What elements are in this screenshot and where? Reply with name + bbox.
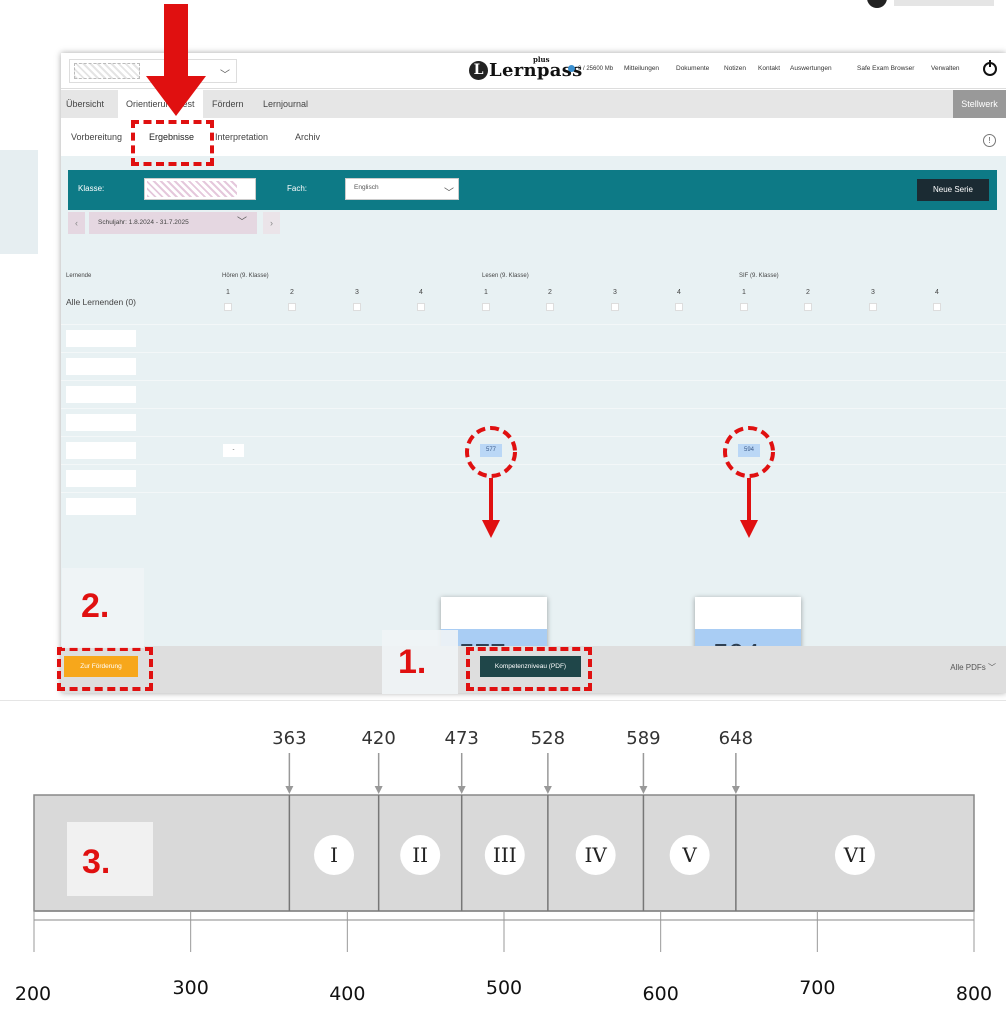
- boundary-label: 363: [272, 728, 306, 749]
- level-label: II: [412, 843, 428, 867]
- scale-axis: 200 300 400 500 600 700 800: [15, 911, 992, 1005]
- boundary-label: 589: [626, 728, 660, 749]
- boundary-label: 528: [531, 728, 565, 749]
- level-label: IV: [584, 843, 607, 867]
- boundary-label: 473: [445, 728, 479, 749]
- arrow-head-sif: [740, 520, 758, 538]
- boundary-arrow-head: [731, 786, 740, 794]
- axis-label: 300: [173, 977, 209, 999]
- step-3-label: 3.: [82, 843, 110, 881]
- axis-label: 600: [643, 983, 679, 1005]
- boundary-arrow-head: [457, 786, 466, 794]
- highlight-box-zur-foerderung: [57, 647, 153, 691]
- boundary-arrow-head: [285, 786, 294, 794]
- boundary-arrow-head: [639, 786, 648, 794]
- axis-label: 200: [15, 983, 51, 1005]
- axis-label: 400: [329, 983, 365, 1005]
- step-2-label: 2.: [81, 587, 110, 625]
- highlight-box-ergebnisse: [131, 120, 214, 166]
- level-label: VI: [843, 843, 866, 867]
- highlight-box-kompetenz-pdf: [466, 647, 592, 691]
- competence-scale: 363 420 473 528 589 648 I II III IV V VI 200 300 400…: [0, 700, 1006, 1005]
- boundary-label: 420: [361, 728, 395, 749]
- level-label: V: [681, 843, 697, 867]
- level-label: III: [493, 843, 517, 867]
- boundary-arrow-head: [374, 786, 383, 794]
- highlight-circle-lesen: [465, 426, 517, 478]
- highlight-circle-sif: [723, 426, 775, 478]
- axis-label: 500: [486, 977, 522, 999]
- arrow-head-lesen: [482, 520, 500, 538]
- boundary-label: 648: [719, 728, 753, 749]
- step-1-label: 1.: [398, 643, 427, 681]
- level-label: I: [330, 843, 338, 867]
- axis-label: 700: [799, 977, 835, 999]
- arrow-shaft: [164, 4, 188, 78]
- arrow-head: [146, 76, 206, 116]
- annotation-arrows: [146, 4, 775, 538]
- boundary-arrow-head: [543, 786, 552, 794]
- axis-label: 800: [956, 983, 992, 1005]
